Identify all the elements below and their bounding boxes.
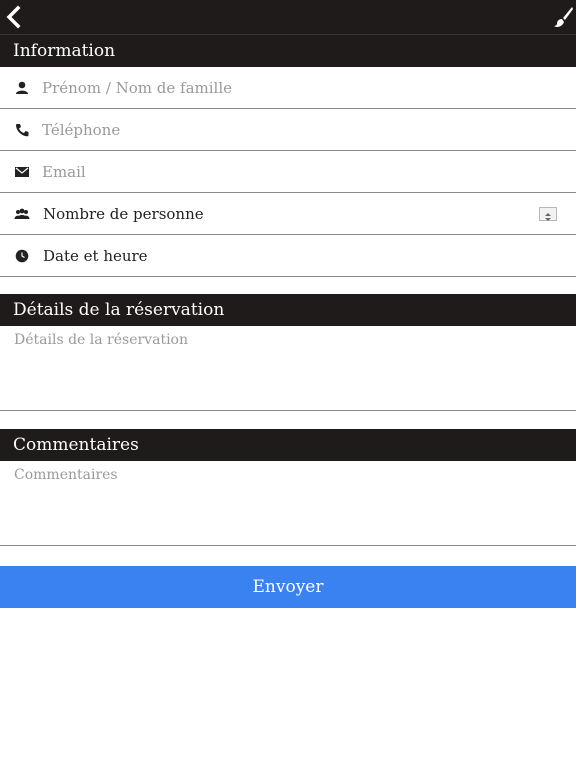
- section-title-comments: Commentaires: [13, 435, 139, 455]
- top-bar: [0, 0, 576, 35]
- datetime-label: Date et heure: [43, 247, 148, 265]
- section-header-information: Information: [0, 35, 576, 67]
- section-header-comments: Commentaires: [0, 429, 576, 461]
- stepper-arrows-icon: [545, 213, 551, 221]
- section-title-details: Détails de la réservation: [13, 300, 225, 320]
- phone-field-row: [0, 110, 576, 151]
- details-textarea-box: [0, 326, 576, 411]
- persons-stepper[interactable]: [539, 207, 557, 221]
- comments-textarea[interactable]: [0, 461, 576, 545]
- name-input[interactable]: [42, 68, 522, 108]
- phone-icon: [16, 124, 29, 137]
- section-title-information: Information: [13, 41, 116, 61]
- paint-brush-button[interactable]: [552, 5, 574, 29]
- clock-icon: [15, 249, 29, 263]
- section-header-details: Détails de la réservation: [0, 294, 576, 326]
- paint-brush-icon: [554, 7, 573, 27]
- email-input[interactable]: [42, 152, 522, 192]
- user-icon: [16, 81, 28, 94]
- group-icon: [14, 208, 30, 219]
- phone-input[interactable]: [42, 110, 522, 150]
- chevron-left-icon: [6, 5, 21, 29]
- persons-field-row[interactable]: Nombre de personne: [0, 194, 576, 235]
- comments-textarea-box: [0, 461, 576, 546]
- datetime-field-row[interactable]: Date et heure: [0, 236, 576, 277]
- submit-button[interactable]: Envoyer: [0, 566, 576, 608]
- persons-label: Nombre de personne: [43, 205, 204, 223]
- details-textarea[interactable]: [0, 326, 576, 410]
- name-field-row: [0, 68, 576, 109]
- envelope-icon: [15, 167, 29, 177]
- back-button[interactable]: [2, 3, 28, 31]
- email-field-row: [0, 152, 576, 193]
